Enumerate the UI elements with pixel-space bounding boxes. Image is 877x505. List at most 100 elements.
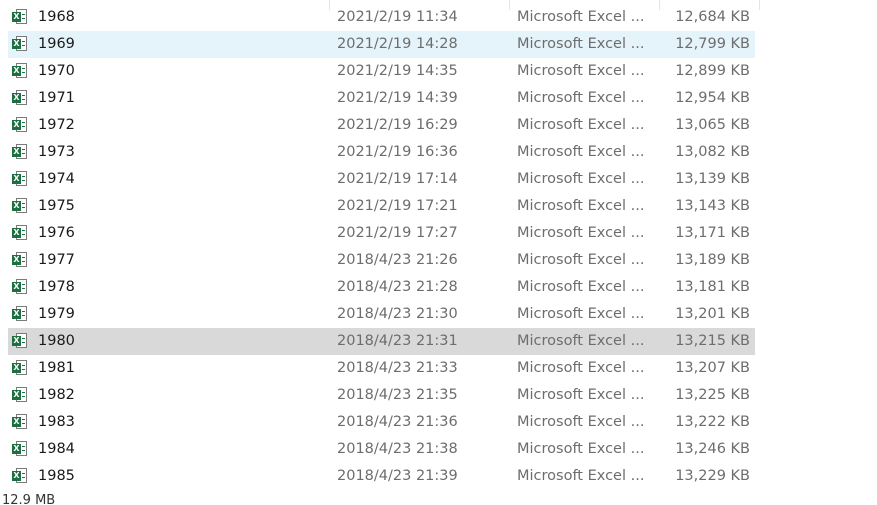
file-size: 12,799 KB xyxy=(675,36,750,52)
file-date-modified: 2018/4/23 21:35 xyxy=(337,387,458,403)
excel-file-icon: X xyxy=(12,36,28,52)
file-row[interactable]: X 1975 2021/2/19 17:21 Microsoft Excel ... 1… xyxy=(8,193,755,220)
file-explorer-window: X 1968 2021/2/19 11:34 Microsoft Excel ... 1… xyxy=(0,0,877,505)
file-row[interactable]: X 1977 2018/4/23 21:26 Microsoft Excel ... 1… xyxy=(8,247,755,274)
file-date-modified: 2021/2/19 17:27 xyxy=(337,225,458,241)
file-type: Microsoft Excel ... xyxy=(517,63,645,79)
file-size: 13,207 KB xyxy=(675,360,750,376)
file-date-modified: 2018/4/23 21:28 xyxy=(337,279,458,295)
file-name: 1983 xyxy=(38,414,75,430)
file-date-modified: 2018/4/23 21:31 xyxy=(337,333,458,349)
file-row[interactable]: X 1980 2018/4/23 21:31 Microsoft Excel ... 1… xyxy=(8,328,755,355)
file-name: 1969 xyxy=(38,36,75,52)
file-size: 13,171 KB xyxy=(675,225,750,241)
file-date-modified: 2018/4/23 21:26 xyxy=(337,252,458,268)
excel-file-icon: X xyxy=(12,468,28,484)
file-row[interactable]: X 1968 2021/2/19 11:34 Microsoft Excel ... 1… xyxy=(8,4,755,31)
file-row[interactable]: X 1969 2021/2/19 14:28 Microsoft Excel ... 1… xyxy=(8,31,755,58)
file-size: 13,181 KB xyxy=(675,279,750,295)
file-date-modified: 2018/4/23 21:39 xyxy=(337,468,458,484)
file-type: Microsoft Excel ... xyxy=(517,279,645,295)
file-date-modified: 2021/2/19 16:36 xyxy=(337,144,458,160)
file-name: 1976 xyxy=(38,225,75,241)
file-type: Microsoft Excel ... xyxy=(517,333,645,349)
excel-file-icon: X xyxy=(12,9,28,25)
file-name: 1978 xyxy=(38,279,75,295)
file-row[interactable]: X 1973 2021/2/19 16:36 Microsoft Excel ... 1… xyxy=(8,139,755,166)
excel-file-icon: X xyxy=(12,171,28,187)
file-type: Microsoft Excel ... xyxy=(517,117,645,133)
file-row[interactable]: X 1974 2021/2/19 17:14 Microsoft Excel ... 1… xyxy=(8,166,755,193)
file-size: 13,065 KB xyxy=(675,117,750,133)
file-row[interactable]: X 1982 2018/4/23 21:35 Microsoft Excel ... 1… xyxy=(8,382,755,409)
file-row[interactable]: X 1979 2018/4/23 21:30 Microsoft Excel ... 1… xyxy=(8,301,755,328)
file-type: Microsoft Excel ... xyxy=(517,225,645,241)
file-date-modified: 2018/4/23 21:30 xyxy=(337,306,458,322)
file-name: 1979 xyxy=(38,306,75,322)
file-row[interactable]: X 1981 2018/4/23 21:33 Microsoft Excel ... 1… xyxy=(8,355,755,382)
file-date-modified: 2021/2/19 17:21 xyxy=(337,198,458,214)
file-name: 1971 xyxy=(38,90,75,106)
file-type: Microsoft Excel ... xyxy=(517,252,645,268)
file-name: 1985 xyxy=(38,468,75,484)
excel-file-icon: X xyxy=(12,387,28,403)
file-size: 13,222 KB xyxy=(675,414,750,430)
excel-file-icon: X xyxy=(12,279,28,295)
file-date-modified: 2018/4/23 21:38 xyxy=(337,441,458,457)
status-bar-selection-size: 12.9 MB xyxy=(2,493,56,505)
file-date-modified: 2021/2/19 14:35 xyxy=(337,63,458,79)
file-row[interactable]: X 1972 2021/2/19 16:29 Microsoft Excel ... 1… xyxy=(8,112,755,139)
file-size: 12,954 KB xyxy=(675,90,750,106)
file-size: 12,899 KB xyxy=(675,63,750,79)
file-date-modified: 2021/2/19 14:39 xyxy=(337,90,458,106)
excel-file-icon: X xyxy=(12,117,28,133)
excel-file-icon: X xyxy=(12,252,28,268)
file-date-modified: 2021/2/19 16:29 xyxy=(337,117,458,133)
excel-file-icon: X xyxy=(12,360,28,376)
file-size: 13,246 KB xyxy=(675,441,750,457)
file-size: 13,215 KB xyxy=(675,333,750,349)
excel-file-icon: X xyxy=(12,414,28,430)
file-type: Microsoft Excel ... xyxy=(517,36,645,52)
file-type: Microsoft Excel ... xyxy=(517,198,645,214)
file-name: 1975 xyxy=(38,198,75,214)
file-type: Microsoft Excel ... xyxy=(517,387,645,403)
file-row[interactable]: X 1985 2018/4/23 21:39 Microsoft Excel ... 1… xyxy=(8,463,755,490)
file-type: Microsoft Excel ... xyxy=(517,360,645,376)
file-row[interactable]: X 1978 2018/4/23 21:28 Microsoft Excel ... 1… xyxy=(8,274,755,301)
excel-file-icon: X xyxy=(12,225,28,241)
file-size: 13,082 KB xyxy=(675,144,750,160)
excel-file-icon: X xyxy=(12,90,28,106)
file-row[interactable]: X 1976 2021/2/19 17:27 Microsoft Excel ... 1… xyxy=(8,220,755,247)
file-date-modified: 2018/4/23 21:36 xyxy=(337,414,458,430)
file-type: Microsoft Excel ... xyxy=(517,306,645,322)
excel-file-icon: X xyxy=(12,333,28,349)
file-size: 13,229 KB xyxy=(675,468,750,484)
file-type: Microsoft Excel ... xyxy=(517,9,645,25)
file-type: Microsoft Excel ... xyxy=(517,414,645,430)
excel-file-icon: X xyxy=(12,144,28,160)
file-type: Microsoft Excel ... xyxy=(517,90,645,106)
file-row[interactable]: X 1970 2021/2/19 14:35 Microsoft Excel ... 1… xyxy=(8,58,755,85)
file-type: Microsoft Excel ... xyxy=(517,468,645,484)
column-divider[interactable] xyxy=(759,0,760,10)
excel-file-icon: X xyxy=(12,63,28,79)
file-size: 13,139 KB xyxy=(675,171,750,187)
file-name: 1980 xyxy=(38,333,75,349)
file-row[interactable]: X 1984 2018/4/23 21:38 Microsoft Excel ... 1… xyxy=(8,436,755,463)
file-row[interactable]: X 1983 2018/4/23 21:36 Microsoft Excel ... 1… xyxy=(8,409,755,436)
file-date-modified: 2021/2/19 14:28 xyxy=(337,36,458,52)
file-date-modified: 2021/2/19 17:14 xyxy=(337,171,458,187)
file-size: 12,684 KB xyxy=(675,9,750,25)
file-row[interactable]: X 1971 2021/2/19 14:39 Microsoft Excel ... 1… xyxy=(8,85,755,112)
file-type: Microsoft Excel ... xyxy=(517,144,645,160)
file-size: 13,225 KB xyxy=(675,387,750,403)
file-name: 1970 xyxy=(38,63,75,79)
file-name: 1972 xyxy=(38,117,75,133)
excel-file-icon: X xyxy=(12,198,28,214)
excel-file-icon: X xyxy=(12,306,28,322)
file-name: 1981 xyxy=(38,360,75,376)
file-name: 1973 xyxy=(38,144,75,160)
file-name: 1968 xyxy=(38,9,75,25)
file-type: Microsoft Excel ... xyxy=(517,441,645,457)
